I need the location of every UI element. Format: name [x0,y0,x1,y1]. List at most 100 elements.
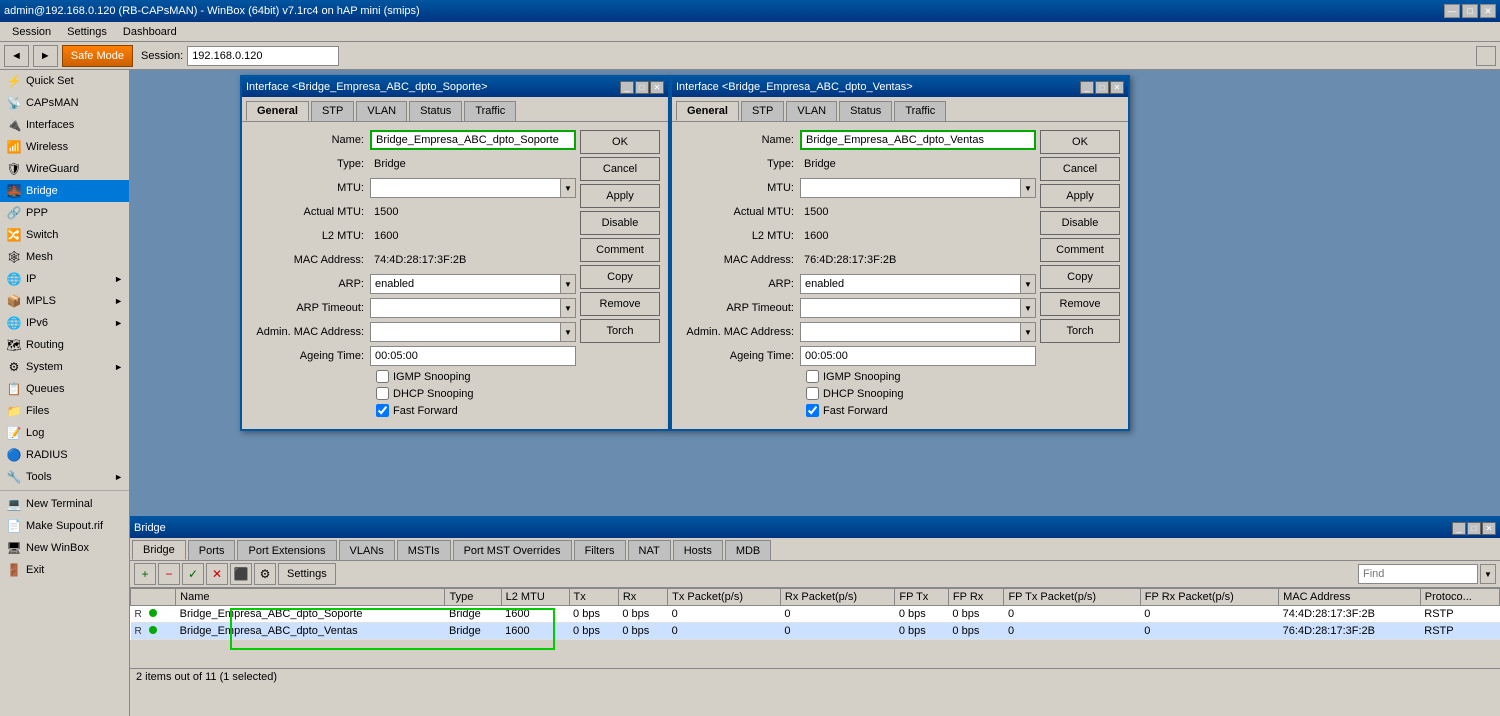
sidebar-item-quick-set[interactable]: ⚡ Quick Set [0,70,129,92]
soporte-comment-button[interactable]: Comment [580,238,660,262]
x-button[interactable]: ✕ [206,563,228,585]
forward-button[interactable]: ► [33,45,58,67]
sidebar-item-log[interactable]: 📝 Log [0,422,129,444]
col-fp-rx-packet[interactable]: FP Rx Packet(p/s) [1140,589,1278,606]
ventas-arp-arrow[interactable]: ▼ [1020,274,1036,294]
ventas-arp-timeout-input[interactable] [800,298,1020,318]
sidebar-item-exit[interactable]: 🚪 Exit [0,559,129,581]
ventas-ok-button[interactable]: OK [1040,130,1120,154]
dialog-ventas-maximize[interactable]: □ [1095,81,1109,94]
ventas-admin-mac-arrow[interactable]: ▼ [1020,322,1036,342]
tab-bridge-port-extensions[interactable]: Port Extensions [237,540,336,560]
menu-settings[interactable]: Settings [59,24,115,40]
soporte-mtu-arrow[interactable]: ▼ [560,178,576,198]
tab-bridge-hosts[interactable]: Hosts [673,540,723,560]
soporte-torch-button[interactable]: Torch [580,319,660,343]
soporte-mtu-input[interactable] [370,178,560,198]
ventas-name-input[interactable] [800,130,1036,150]
col-tx-packet[interactable]: Tx Packet(p/s) [668,589,781,606]
tab-bridge-filters[interactable]: Filters [574,540,626,560]
ventas-comment-button[interactable]: Comment [1040,238,1120,262]
col-protocol[interactable]: Protoco... [1420,589,1499,606]
sidebar-item-ip[interactable]: 🌐 IP ► [0,268,129,290]
dialog-soporte-close[interactable]: ✕ [650,81,664,94]
sidebar-item-wireless[interactable]: 📶 Wireless [0,136,129,158]
menu-dashboard[interactable]: Dashboard [115,24,185,40]
tab-bridge-bridge[interactable]: Bridge [132,540,186,560]
dialog-soporte-minimize[interactable]: _ [620,81,634,94]
minimize-button[interactable]: — [1444,4,1460,18]
soporte-dhcp-checkbox[interactable] [376,387,389,400]
settings-button[interactable]: Settings [278,563,336,585]
tab-bridge-ports[interactable]: Ports [188,540,236,560]
ventas-arp-input[interactable] [800,274,1020,294]
dialog-ventas-close[interactable]: ✕ [1110,81,1124,94]
col-tx[interactable]: Tx [569,589,618,606]
bridge-panel-close[interactable]: ✕ [1482,522,1496,535]
filter-button[interactable]: ⚙ [254,563,276,585]
soporte-disable-button[interactable]: Disable [580,211,660,235]
tab-ventas-traffic[interactable]: Traffic [894,101,946,121]
soporte-cancel-button[interactable]: Cancel [580,157,660,181]
tab-ventas-general[interactable]: General [676,101,739,121]
bridge-panel-maximize[interactable]: □ [1467,522,1481,535]
dialog-soporte-maximize[interactable]: □ [635,81,649,94]
soporte-admin-mac-input[interactable] [370,322,560,342]
soporte-copy-button[interactable]: Copy [580,265,660,289]
add-button[interactable]: + [134,563,156,585]
ventas-torch-button[interactable]: Torch [1040,319,1120,343]
ventas-disable-button[interactable]: Disable [1040,211,1120,235]
ventas-remove-button[interactable]: Remove [1040,292,1120,316]
soporte-admin-mac-arrow[interactable]: ▼ [560,322,576,342]
tab-bridge-nat[interactable]: NAT [628,540,671,560]
tab-ventas-vlan[interactable]: VLAN [786,101,837,121]
soporte-name-input[interactable] [370,130,576,150]
col-fp-tx-packet[interactable]: FP Tx Packet(p/s) [1004,589,1140,606]
col-l2mtu[interactable]: L2 MTU [501,589,569,606]
soporte-apply-button[interactable]: Apply [580,184,660,208]
ventas-igmp-checkbox[interactable] [806,370,819,383]
tab-bridge-port-mst-overrides[interactable]: Port MST Overrides [453,540,572,560]
soporte-arp-input[interactable] [370,274,560,294]
close-button[interactable]: ✕ [1480,4,1496,18]
check-button[interactable]: ✓ [182,563,204,585]
session-input[interactable] [187,46,339,66]
ventas-admin-mac-input[interactable] [800,322,1020,342]
table-row[interactable]: R Bridge_Empresa_ABC_dpto_Ventas Bridge … [131,623,1500,640]
sidebar-item-system[interactable]: ⚙ System ► [0,356,129,378]
soporte-ok-button[interactable]: OK [580,130,660,154]
copy-icon-button[interactable]: ⬛ [230,563,252,585]
menu-session[interactable]: Session [4,24,59,40]
soporte-arp-timeout-arrow[interactable]: ▼ [560,298,576,318]
ventas-ageing-input[interactable] [800,346,1036,366]
ventas-arp-timeout-arrow[interactable]: ▼ [1020,298,1036,318]
sidebar-item-new-terminal[interactable]: 💻 New Terminal [0,493,129,515]
sidebar-item-ppp[interactable]: 🔗 PPP [0,202,129,224]
tab-ventas-stp[interactable]: STP [741,101,784,121]
dialog-ventas-title-bar[interactable]: Interface <Bridge_Empresa_ABC_dpto_Venta… [672,77,1128,97]
soporte-remove-button[interactable]: Remove [580,292,660,316]
toolbar-corner-button[interactable] [1476,46,1496,66]
ventas-cancel-button[interactable]: Cancel [1040,157,1120,181]
tab-ventas-status[interactable]: Status [839,101,892,121]
bridge-panel-minimize[interactable]: _ [1452,522,1466,535]
ventas-mtu-input[interactable] [800,178,1020,198]
sidebar-item-switch[interactable]: 🔀 Switch [0,224,129,246]
sidebar-item-make-supout[interactable]: 📄 Make Supout.rif [0,515,129,537]
ventas-fastforward-checkbox[interactable] [806,404,819,417]
dialog-soporte-title-bar[interactable]: Interface <Bridge_Empresa_ABC_dpto_Sopor… [242,77,668,97]
col-fp-rx[interactable]: FP Rx [948,589,1004,606]
tab-soporte-status[interactable]: Status [409,101,462,121]
find-dropdown[interactable]: ▼ [1480,564,1496,584]
soporte-arp-timeout-input[interactable] [370,298,560,318]
tab-soporte-vlan[interactable]: VLAN [356,101,407,121]
sidebar-item-files[interactable]: 📁 Files [0,400,129,422]
sidebar-item-interfaces[interactable]: 🔌 Interfaces [0,114,129,136]
col-rx-packet[interactable]: Rx Packet(p/s) [780,589,895,606]
col-rx[interactable]: Rx [618,589,667,606]
sidebar-item-bridge[interactable]: 🌉 Bridge [0,180,129,202]
tab-bridge-mstis[interactable]: MSTIs [397,540,451,560]
tab-bridge-mdb[interactable]: MDB [725,540,771,560]
tab-soporte-general[interactable]: General [246,101,309,121]
tab-bridge-vlans[interactable]: VLANs [339,540,395,560]
